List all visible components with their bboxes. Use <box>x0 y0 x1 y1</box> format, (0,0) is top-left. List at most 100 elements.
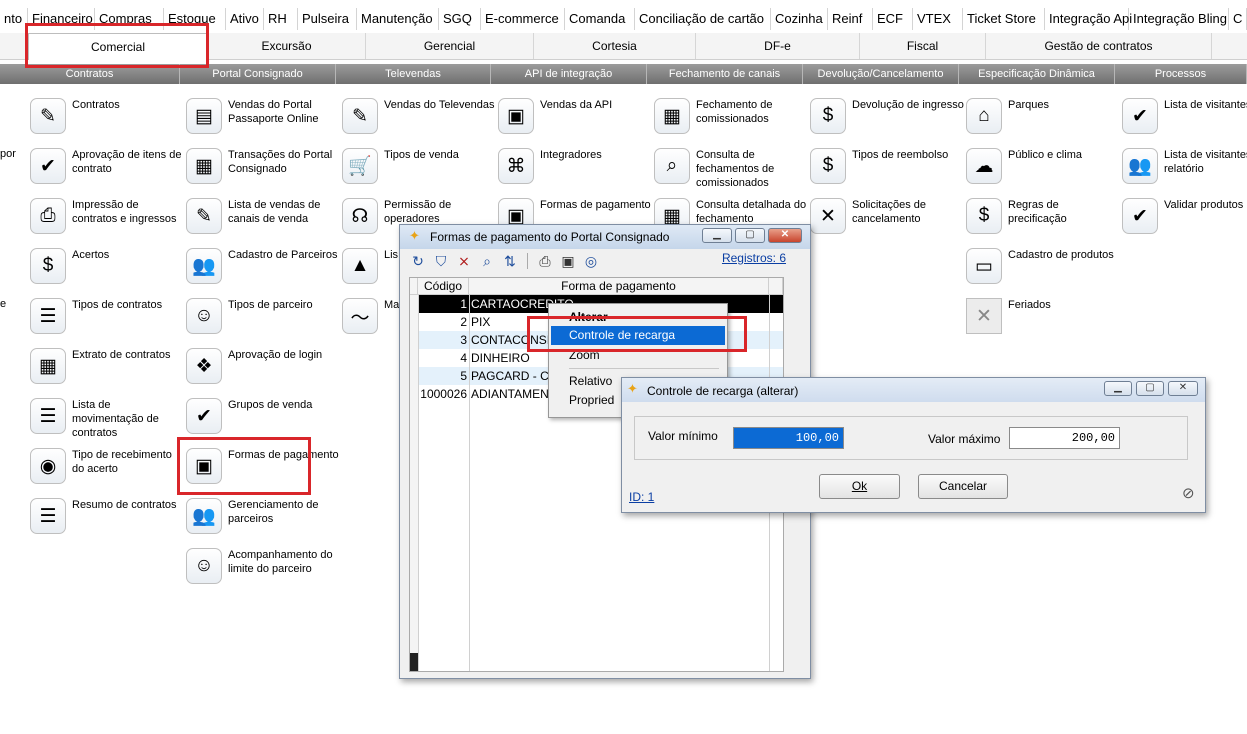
launcher-item[interactable]: $ Acertos <box>30 248 185 294</box>
clear-filter-icon[interactable]: ⨯ <box>455 252 473 270</box>
launcher-item[interactable]: ☰ Tipos de contratos <box>30 298 185 344</box>
launcher-item[interactable]: ☰ Resumo de contratos <box>30 498 185 544</box>
launcher-item[interactable]: ☺ Tipos de parceiro <box>186 298 341 344</box>
launcher-item[interactable]: ✔ Aprovação de itens de contrato <box>30 148 185 194</box>
maximize-button[interactable]: ▢ <box>735 228 765 243</box>
tab-3[interactable]: Cortesia <box>534 33 696 59</box>
menu-item-18[interactable]: Integração Bling <box>1129 8 1229 30</box>
abacus-icon: ▦ <box>186 148 222 184</box>
launcher-item-label: Grupos de venda <box>228 399 313 411</box>
launcher-item-label: Formas de pagamento <box>540 199 651 211</box>
sort-icon[interactable]: ⇅ <box>501 252 519 270</box>
launcher-item-label: Acompanhamento do limite do parceiro <box>228 549 333 575</box>
menu-item-12[interactable]: Cozinha <box>771 8 828 30</box>
launcher-item-label: Acertos <box>72 249 110 261</box>
printer-icon: ⎙ <box>30 198 66 234</box>
record-count-link[interactable]: Registros: 6 <box>722 251 786 265</box>
launcher-item-label: Cadastro de Parceiros <box>228 249 338 261</box>
grid-corner <box>410 278 418 295</box>
print-icon[interactable]: ⎙ <box>536 252 554 270</box>
menu-item-19[interactable]: C <box>1229 8 1247 30</box>
launcher-item[interactable]: ✕ Solicitações de cancelamento <box>810 198 965 244</box>
launcher-item[interactable]: ◉ Tipo de recebimento do acerto <box>30 448 185 494</box>
launcher-item[interactable]: 👥 Cadastro de Parceiros <box>186 248 341 294</box>
cell-code: 1000026 <box>420 387 467 401</box>
launcher-item[interactable]: ▦ Transações do Portal Consignado <box>186 148 341 194</box>
menu-item-4[interactable]: Ativo <box>226 8 264 30</box>
save-icon[interactable]: ▣ <box>559 252 577 270</box>
menu-item-15[interactable]: VTEX <box>913 8 963 30</box>
ok-button[interactable]: Ok <box>819 474 900 499</box>
category-3: API de integração <box>491 64 647 84</box>
launcher-item[interactable]: ⌘ Integradores <box>498 148 653 194</box>
launcher-item[interactable]: ✔ Lista de visitantes <box>1122 98 1247 144</box>
context-menu-separator <box>569 368 719 369</box>
tab-1[interactable]: Excursão <box>208 33 366 59</box>
menu-item-16[interactable]: Ticket Store <box>963 8 1045 30</box>
close-button[interactable]: ✕ <box>1168 381 1198 396</box>
launcher-item[interactable]: ▤ Vendas do Portal Passaporte Online <box>186 98 341 144</box>
launcher-item[interactable]: $ Devolução de ingresso <box>810 98 965 144</box>
tab-6[interactable]: Gestão de contratos <box>986 33 1212 59</box>
menu-item-6[interactable]: Pulseira <box>298 8 357 30</box>
menu-item-14[interactable]: ECF <box>873 8 913 30</box>
document-edit-icon: ✎ <box>342 98 378 134</box>
launcher-item[interactable]: $ Regras de precificação <box>966 198 1121 244</box>
placeholder-icon: ✕ <box>966 298 1002 334</box>
search-icon[interactable]: ⌕ <box>478 252 496 270</box>
menu-item-8[interactable]: SGQ <box>439 8 481 30</box>
launcher-item[interactable]: ▣ Vendas da API <box>498 98 653 144</box>
launcher-item[interactable]: ⎙ Impressão de contratos e ingressos <box>30 198 185 244</box>
launcher-item[interactable]: ⌂ Parques <box>966 98 1121 144</box>
launcher-item[interactable]: ▭ Cadastro de produtos <box>966 248 1121 294</box>
money-bag-icon: $ <box>810 148 846 184</box>
maximize-button[interactable]: ▢ <box>1136 381 1164 396</box>
record-id-link[interactable]: ID: 1 <box>629 490 654 504</box>
launcher-item[interactable]: ❖ Aprovação de login <box>186 348 341 394</box>
launcher-item[interactable]: ☰ Lista de movimentação de contratos <box>30 398 185 444</box>
cancel-button[interactable]: Cancelar <box>918 474 1008 499</box>
column-header-code[interactable]: Código <box>418 278 469 295</box>
min-value-input[interactable]: 100,00 <box>733 427 844 449</box>
tab-5[interactable]: Fiscal <box>860 33 986 59</box>
dialog-titlebar[interactable]: ✦ Controle de recarga (alterar) ▁ ▢ ✕ <box>622 378 1205 402</box>
filter-icon[interactable]: ⛉ <box>432 252 450 270</box>
close-button[interactable]: ✕ <box>768 228 802 243</box>
launcher-item[interactable]: 🛒 Tipos de venda <box>342 148 497 194</box>
launcher-item[interactable]: 👥 Gerenciamento de parceiros <box>186 498 341 544</box>
launcher-item[interactable]: ▦ Fechamento de comissionados <box>654 98 809 144</box>
tab-2[interactable]: Gerencial <box>366 33 534 59</box>
minimize-button[interactable]: ▁ <box>702 228 732 243</box>
clipboard-check-icon: ✔ <box>1122 98 1158 134</box>
attach-icon[interactable]: ⊘ <box>1182 484 1195 502</box>
refresh-icon[interactable]: ↻ <box>409 252 427 270</box>
column-header-name[interactable]: Forma de pagamento <box>469 278 769 295</box>
minimize-button[interactable]: ▁ <box>1104 381 1132 396</box>
launcher-item[interactable]: ▦ Extrato de contratos <box>30 348 185 394</box>
launcher-item[interactable]: ✎ Vendas do Televendas <box>342 98 497 144</box>
launcher-item[interactable]: 👥 Lista de visitantes relatório <box>1122 148 1247 194</box>
ai-icon[interactable]: ◎ <box>582 252 600 270</box>
menu-item-17[interactable]: Integração Api <box>1045 8 1132 30</box>
tab-4[interactable]: DF-e <box>696 33 860 59</box>
window-titlebar[interactable]: ✦ Formas de pagamento do Portal Consigna… <box>400 225 810 249</box>
launcher-item[interactable]: ⌕ Consulta de fechamentos de comissionado… <box>654 148 809 194</box>
launcher-item-label: Consulta detalhada do fechamento <box>696 199 807 225</box>
launcher-item[interactable]: $ Tipos de reembolso <box>810 148 965 194</box>
launcher-item-label: Extrato de contratos <box>72 349 171 361</box>
menu-item-11[interactable]: Conciliação de cartão <box>635 8 771 30</box>
launcher-item[interactable]: ✎ Lista de vendas de canais de venda <box>186 198 341 244</box>
menu-item-5[interactable]: RH <box>264 8 298 30</box>
menu-item-7[interactable]: Manutenção <box>357 8 439 30</box>
grid-scroll-handle[interactable] <box>410 653 418 671</box>
max-value-input[interactable]: 200,00 <box>1009 427 1120 449</box>
launcher-item[interactable]: ✎ Contratos <box>30 98 185 144</box>
launcher-item[interactable]: ✔ Validar produtos <box>1122 198 1247 244</box>
menu-item-9[interactable]: E-commerce <box>481 8 565 30</box>
launcher-item[interactable]: ☁ Público e clima <box>966 148 1121 194</box>
menu-item-13[interactable]: Reinf <box>828 8 873 30</box>
menu-item-10[interactable]: Comanda <box>565 8 635 30</box>
menu-item-0[interactable]: nto <box>0 8 28 30</box>
launcher-item[interactable]: ☺ Acompanhamento do limite do parceiro <box>186 548 341 594</box>
launcher-item[interactable]: ✕ Feriados <box>966 298 1121 344</box>
